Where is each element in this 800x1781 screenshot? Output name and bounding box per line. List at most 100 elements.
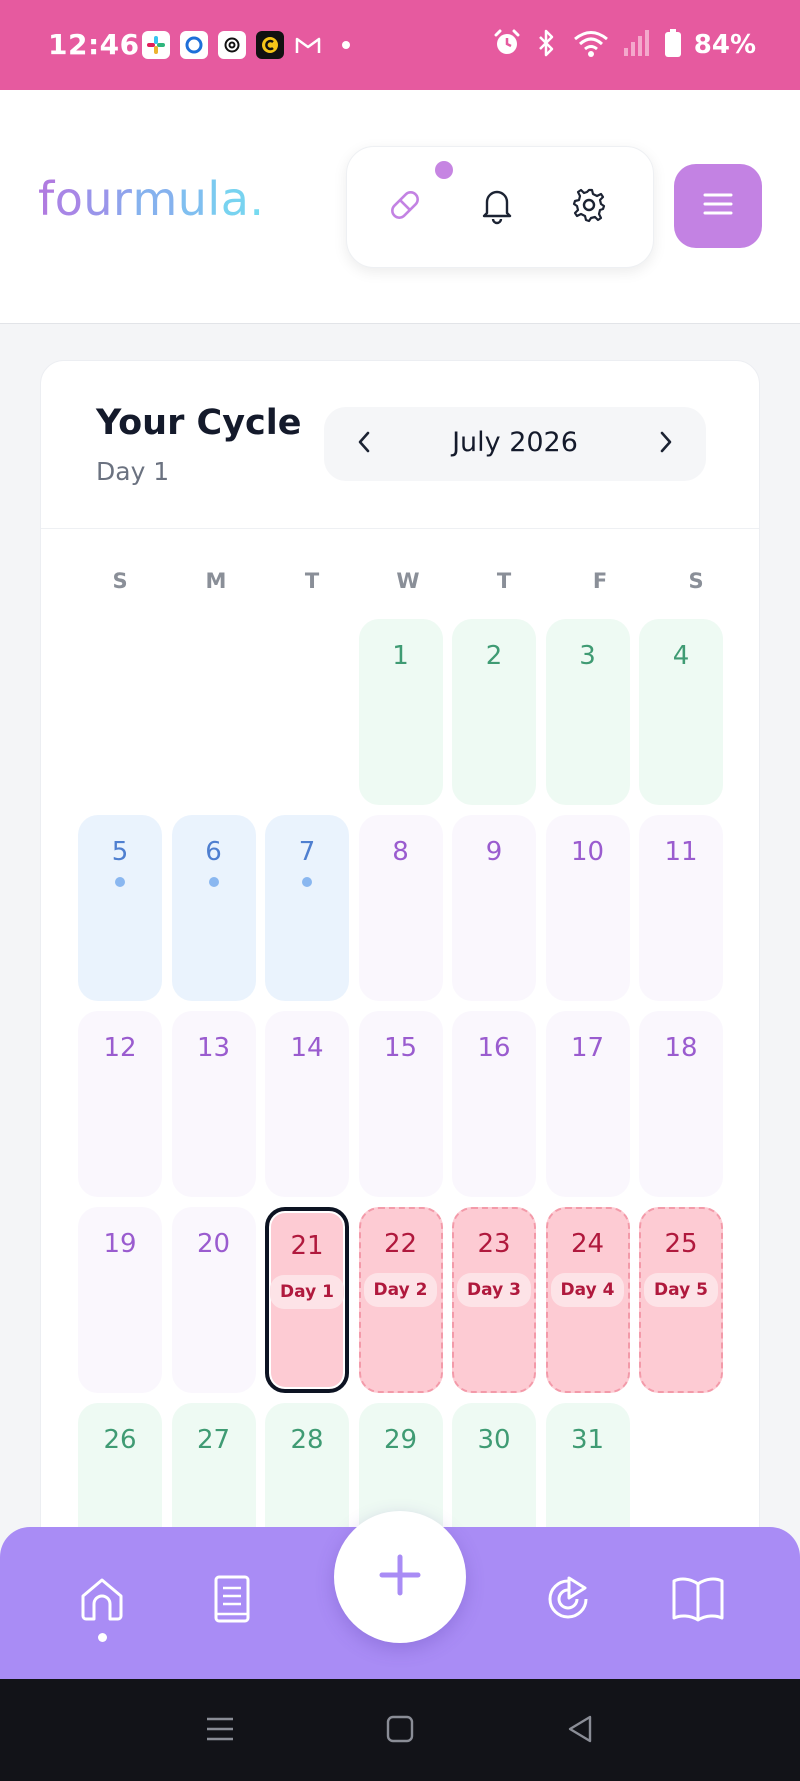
day-number: 1	[392, 641, 409, 671]
calendar-day[interactable]: 12	[78, 1011, 162, 1197]
calendar-day[interactable]: 2	[452, 619, 536, 805]
day-number: 17	[570, 1033, 605, 1063]
logo-letter: a	[220, 172, 250, 226]
settings-button[interactable]	[561, 179, 617, 235]
calendar-day[interactable]: 23 Day 3	[452, 1207, 536, 1393]
header-actions	[346, 146, 654, 268]
cycle-day-tag: Day 4	[550, 1273, 625, 1307]
nav-journal[interactable]	[200, 1569, 264, 1633]
day-number: 28	[290, 1425, 324, 1455]
weekday-label: S	[112, 569, 128, 593]
pill-button[interactable]	[377, 179, 433, 235]
event-dot	[208, 877, 219, 887]
add-entry-button[interactable]	[334, 1511, 466, 1643]
gear-icon	[570, 186, 608, 228]
day-number: 9	[485, 837, 503, 867]
day-number: 16	[477, 1033, 511, 1063]
calendar-day[interactable]: 24 Day 4	[545, 1207, 630, 1393]
wifi-icon	[572, 28, 610, 62]
cycle-day-tag: Day 2	[363, 1273, 438, 1307]
calendar-day[interactable]: 5	[78, 815, 162, 1001]
day-number: 7	[298, 837, 316, 867]
logo-letter: f	[38, 172, 55, 226]
cycle-current-day: Day 1	[96, 457, 170, 486]
calendar-day[interactable]: 15	[358, 1011, 443, 1197]
menu-icon	[701, 190, 735, 222]
calendar-day[interactable]: 9	[452, 815, 536, 1001]
calendar-day-today[interactable]: 21 Day 1	[265, 1207, 349, 1393]
day-number: 14	[290, 1033, 324, 1063]
chevron-right-icon	[656, 428, 676, 460]
fourmula-logo[interactable]: fourmula.	[38, 172, 265, 226]
more-notifications-dot	[342, 41, 350, 49]
calendar-day[interactable]: 19	[78, 1207, 162, 1393]
calendar-day[interactable]: 22 Day 2	[358, 1207, 443, 1393]
pill-notification-dot	[435, 161, 453, 179]
day-number: 31	[570, 1425, 605, 1455]
nav-library[interactable]	[666, 1569, 730, 1633]
weekday-label: M	[205, 569, 227, 593]
day-number: 18	[664, 1033, 698, 1063]
calendar-day[interactable]: 1	[358, 619, 443, 805]
home-system-button[interactable]	[378, 1709, 422, 1753]
calendar-day[interactable]: 20	[171, 1207, 256, 1393]
day-number: 24	[570, 1229, 605, 1259]
openai-icon	[218, 31, 246, 59]
day-number: 15	[383, 1033, 418, 1063]
insights-icon	[541, 1572, 595, 1630]
app-header: fourmula.	[0, 90, 800, 324]
status-time: 12:46	[48, 28, 140, 61]
day-number: 2	[485, 641, 503, 671]
day-number: 13	[196, 1033, 231, 1063]
day-number: 30	[477, 1425, 511, 1455]
add-icon	[376, 1551, 424, 1603]
battery-percent: 84%	[693, 30, 756, 60]
status-bar: 12:46 84%	[0, 0, 800, 90]
home-square-icon	[384, 1713, 416, 1749]
chevron-left-icon	[354, 428, 374, 460]
calendar-day[interactable]: 3	[545, 619, 630, 805]
cycle-day-tag: Day 1	[270, 1275, 344, 1309]
month-navigator: July 2026	[324, 407, 706, 481]
menu-button[interactable]	[674, 164, 762, 248]
logo-letter: m	[132, 172, 178, 226]
slack-icon	[142, 31, 170, 59]
calendar-day[interactable]: 6	[171, 815, 256, 1001]
calendar-day[interactable]: 25 Day 5	[639, 1207, 723, 1393]
prev-month-button[interactable]	[344, 424, 384, 464]
back-button[interactable]	[558, 1709, 602, 1753]
calendar-day[interactable]: 10	[545, 815, 630, 1001]
day-number: 10	[570, 837, 605, 867]
calendar-day[interactable]: 13	[171, 1011, 256, 1197]
calendar-day[interactable]: 16	[452, 1011, 536, 1197]
month-label: July 2026	[452, 427, 578, 458]
calendar-day[interactable]: 8	[358, 815, 443, 1001]
weekday-label: T	[304, 569, 320, 593]
calendar-day[interactable]: 7	[265, 815, 349, 1001]
day-number: 3	[579, 641, 596, 671]
recents-button[interactable]	[198, 1709, 242, 1753]
calendar-day[interactable]: 4	[639, 619, 723, 805]
cycle-day-tag: Day 3	[457, 1273, 531, 1307]
day-number: 27	[196, 1425, 231, 1455]
logo-letter: l	[207, 172, 221, 226]
day-number: 4	[672, 641, 690, 671]
calendar-day[interactable]: 11	[639, 815, 723, 1001]
notifications-button[interactable]	[469, 179, 525, 235]
weekday-label: W	[396, 569, 420, 593]
calendar-day[interactable]: 18	[639, 1011, 723, 1197]
weekday-label: T	[496, 569, 512, 593]
day-number: 11	[664, 837, 698, 867]
day-number: 5	[111, 837, 129, 867]
logo-letter: u	[83, 172, 114, 226]
weekday-label: S	[688, 569, 704, 593]
nav-active-indicator	[98, 1633, 107, 1642]
nav-home[interactable]	[70, 1569, 134, 1633]
pill-icon	[385, 185, 425, 229]
nav-insights[interactable]	[536, 1569, 600, 1633]
bluetooth-icon	[534, 28, 560, 62]
calendar-day[interactable]: 14	[265, 1011, 349, 1197]
back-icon	[564, 1713, 596, 1749]
calendar-day[interactable]: 17	[545, 1011, 630, 1197]
next-month-button[interactable]	[646, 424, 686, 464]
